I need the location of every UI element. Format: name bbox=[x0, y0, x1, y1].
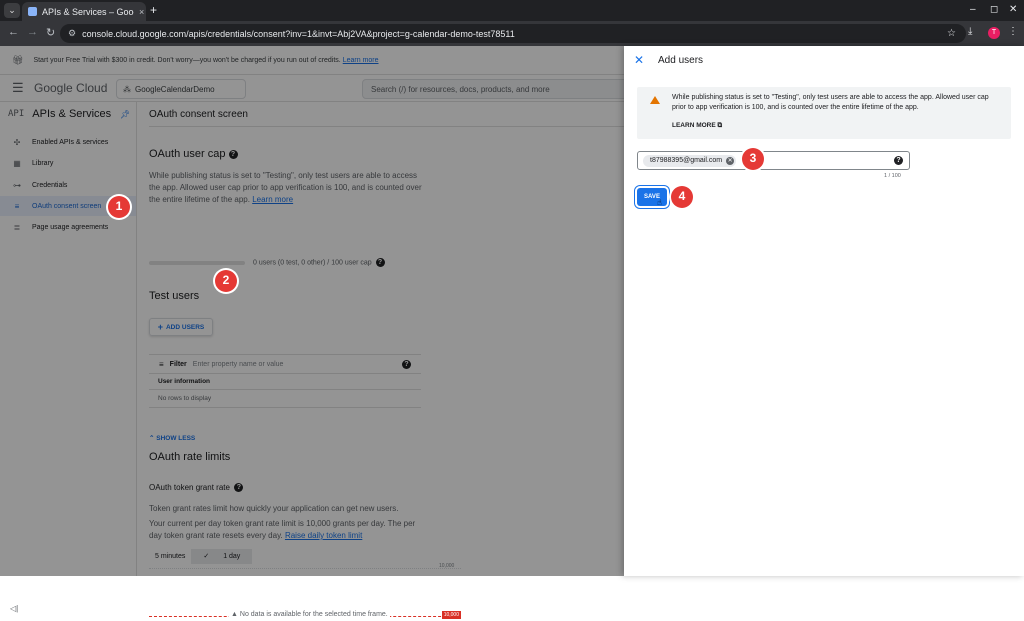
external-link-icon: ⧉ bbox=[717, 122, 723, 129]
email-chip-label: t87988395@gmail.com bbox=[650, 157, 723, 164]
email-chip: t87988395@gmail.com ✕ bbox=[643, 155, 737, 167]
warning-callout: While publishing status is set to "Testi… bbox=[637, 87, 1011, 139]
modal-scrim[interactable] bbox=[0, 46, 624, 576]
download-icon[interactable]: ⤓ bbox=[968, 26, 972, 37]
api-favicon-icon bbox=[28, 7, 37, 16]
tab-search-button[interactable]: ⌄ bbox=[4, 3, 20, 18]
limit-flag: 10,000 bbox=[441, 611, 461, 619]
collapse-sidebar-icon[interactable]: ◁| bbox=[10, 604, 18, 613]
learn-more-link[interactable]: LEARN MORE ⧉ bbox=[672, 122, 722, 130]
browser-tab-strip: ⌄ APIs & Services – Google × + – ◻ ✕ bbox=[0, 0, 1024, 21]
step-marker-2: 2 bbox=[215, 270, 237, 292]
hand-cursor-icon: ☝︎ bbox=[657, 198, 662, 207]
browser-menu-icon[interactable]: ⋮ bbox=[1008, 26, 1018, 37]
save-button[interactable]: SAVE bbox=[637, 188, 667, 206]
step-marker-3: 3 bbox=[742, 148, 764, 170]
reload-icon[interactable]: ↻ bbox=[46, 26, 55, 39]
tab-close-icon[interactable]: × bbox=[139, 7, 144, 17]
warning-icon: ▲ bbox=[231, 611, 238, 618]
minimize-button[interactable]: – bbox=[970, 4, 976, 15]
step-marker-1: 1 bbox=[108, 196, 130, 218]
email-input[interactable]: t87988395@gmail.com ✕ ? bbox=[637, 151, 910, 170]
close-window-button[interactable]: ✕ bbox=[1009, 4, 1017, 15]
no-data-message: ▲ No data is available for the selected … bbox=[229, 611, 390, 618]
close-icon[interactable]: ✕ bbox=[634, 53, 644, 67]
remove-chip-icon[interactable]: ✕ bbox=[726, 157, 735, 165]
maximize-button[interactable]: ◻ bbox=[990, 4, 998, 15]
profile-avatar[interactable]: T bbox=[988, 27, 1000, 39]
tab-title: APIs & Services – Google bbox=[42, 6, 134, 17]
new-tab-button[interactable]: + bbox=[150, 3, 157, 17]
browser-toolbar: ← → ↻ ⚙ console.cloud.google.com/apis/cr… bbox=[0, 21, 1024, 46]
add-users-panel: ✕ Add users While publishing status is s… bbox=[624, 46, 1024, 576]
panel-title: Add users bbox=[658, 55, 704, 66]
bookmark-star-icon[interactable]: ☆ bbox=[947, 28, 956, 39]
warning-text: While publishing status is set to "Testi… bbox=[672, 94, 989, 111]
email-counter: 1 / 100 bbox=[884, 173, 901, 179]
back-arrow-icon[interactable]: ← bbox=[8, 26, 19, 38]
browser-tab[interactable]: APIs & Services – Google × bbox=[22, 2, 146, 21]
chart-no-data: ▲ No data is available for the selected … bbox=[149, 611, 461, 621]
cloud-console-page: 🎁︎ Start your Free Trial with $300 in cr… bbox=[0, 46, 1024, 619]
forward-arrow-icon[interactable]: → bbox=[27, 26, 38, 38]
help-icon[interactable]: ? bbox=[894, 156, 903, 165]
site-info-icon[interactable]: ⚙ bbox=[68, 28, 76, 39]
step-marker-4: 4 bbox=[671, 186, 693, 208]
warning-icon bbox=[650, 96, 660, 104]
url-text: console.cloud.google.com/apis/credential… bbox=[82, 28, 515, 39]
address-bar[interactable]: ⚙ console.cloud.google.com/apis/credenti… bbox=[60, 24, 966, 43]
